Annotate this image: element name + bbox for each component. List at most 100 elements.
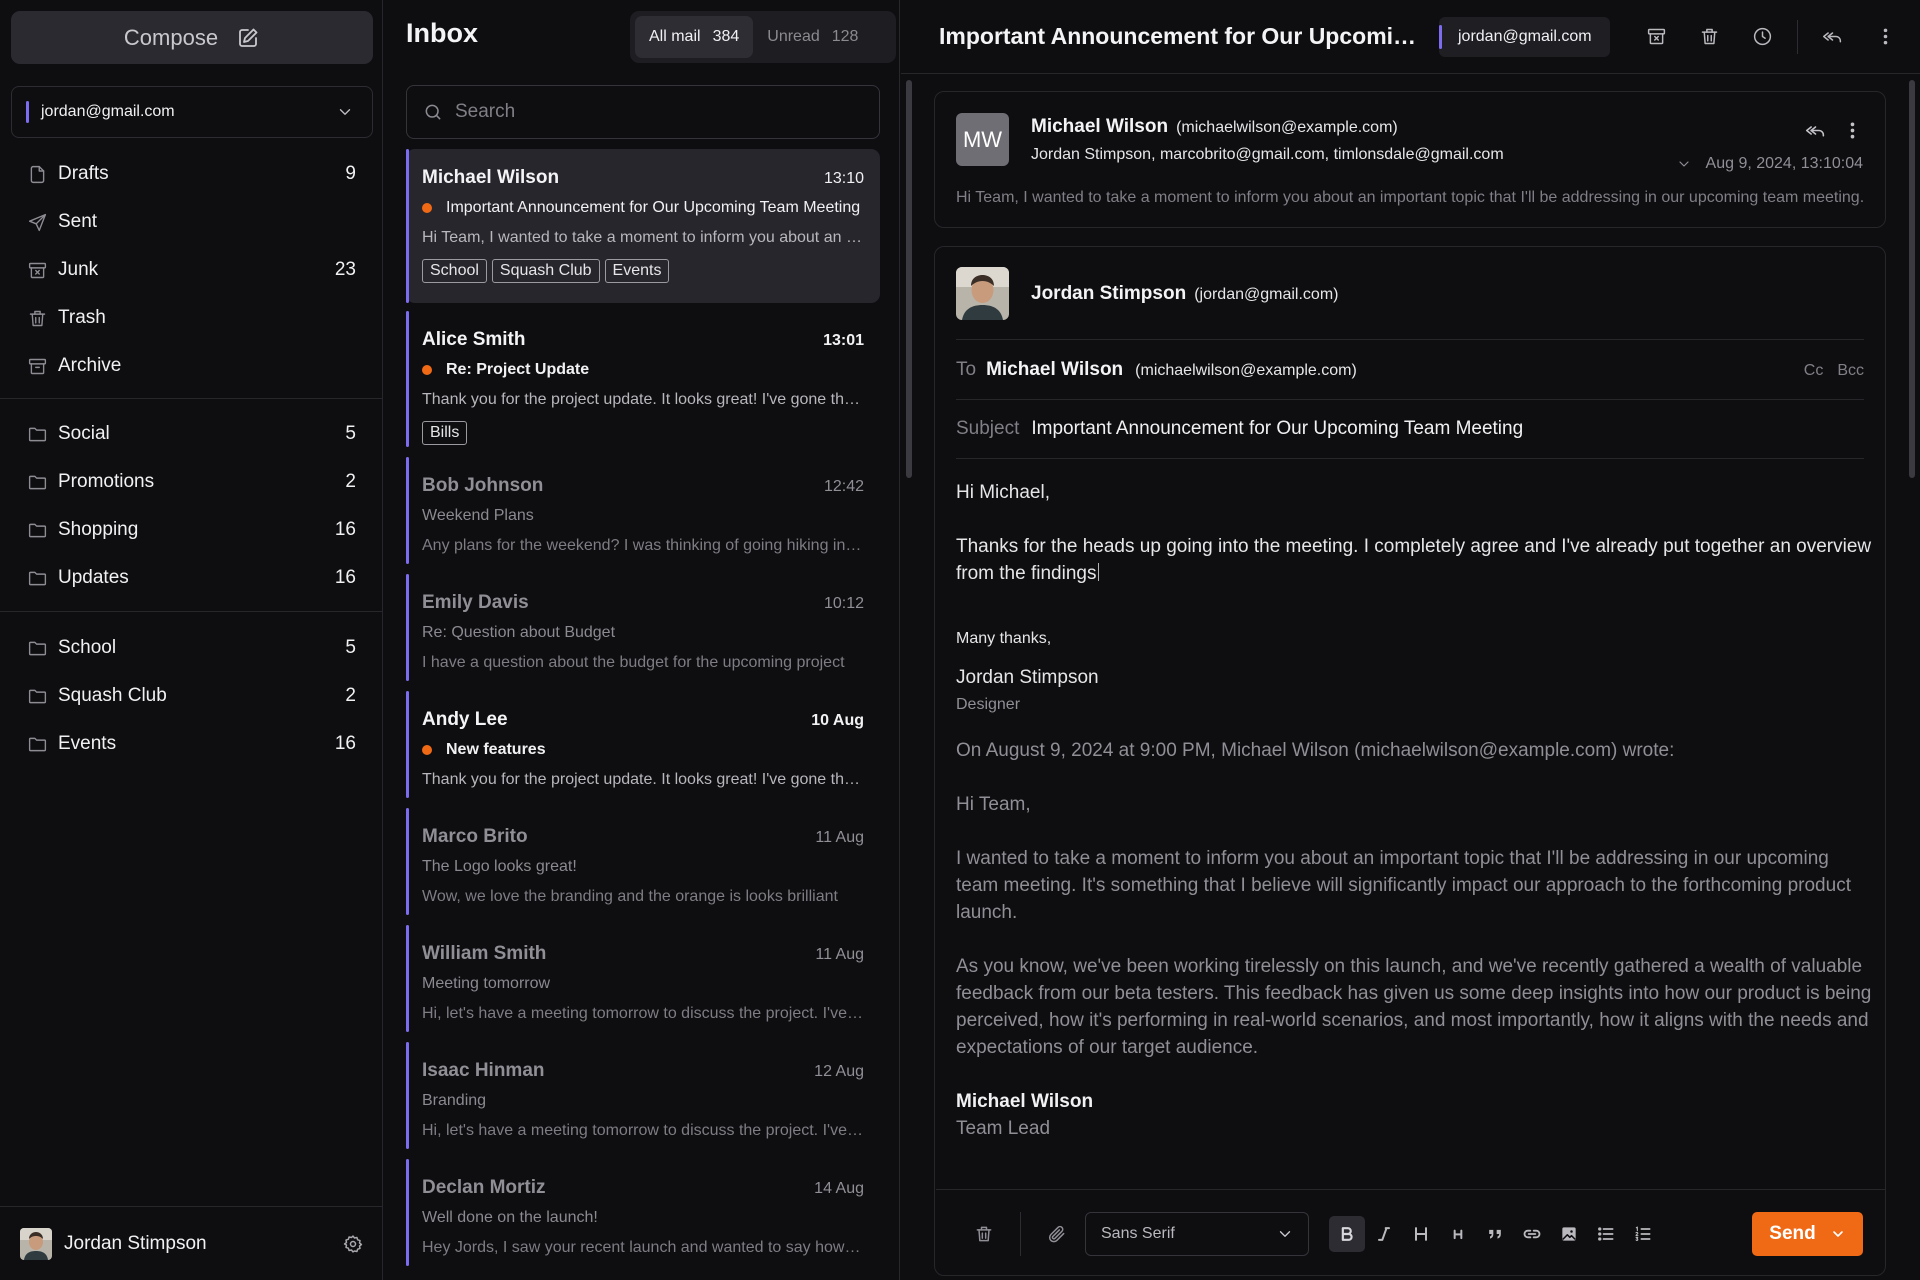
send-label: Send bbox=[1769, 1222, 1816, 1244]
folder-icon bbox=[27, 520, 58, 541]
body-signoff: Many thanks, bbox=[956, 630, 1052, 647]
message-sender: Michael Wilson bbox=[422, 167, 560, 188]
to-label: To bbox=[956, 359, 977, 380]
account-select[interactable]: jordan@gmail.com bbox=[11, 86, 373, 138]
message-preview: Hi, let's have a meeting tomorrow to dis… bbox=[422, 1122, 864, 1139]
link-button[interactable] bbox=[1514, 1216, 1550, 1252]
sidebar-item-social[interactable]: Social 5 bbox=[0, 410, 383, 458]
compose-button[interactable]: Compose bbox=[11, 11, 373, 64]
gear-icon[interactable] bbox=[343, 1234, 363, 1254]
search-box bbox=[406, 85, 880, 139]
message-tag[interactable]: Events bbox=[604, 259, 670, 283]
toolbar-divider bbox=[1020, 1211, 1021, 1256]
heading-2-button[interactable] bbox=[1440, 1216, 1476, 1252]
sidebar-item-updates[interactable]: Updates 16 bbox=[0, 554, 383, 602]
sidebar-item-archive[interactable]: Archive bbox=[0, 342, 383, 390]
list-item[interactable]: Declan Mortiz 14 Aug Well done on the la… bbox=[406, 1159, 880, 1276]
message-tag[interactable]: Bills bbox=[422, 421, 468, 445]
sidebar-item-count: 16 bbox=[334, 567, 356, 588]
sidebar-item-events[interactable]: Events 16 bbox=[0, 720, 383, 768]
tab-unread[interactable]: Unread 128 bbox=[753, 16, 872, 58]
snooze-button[interactable] bbox=[1736, 17, 1789, 57]
sidebar-item-count: 5 bbox=[345, 637, 356, 658]
body-text: Thanks for the heads up going into the m… bbox=[956, 536, 1872, 584]
original-message-card[interactable]: MW Michael Wilson (michaelwilson@example.… bbox=[934, 91, 1886, 228]
message-subject: Weekend Plans bbox=[422, 507, 534, 524]
sidebar-item-count: 16 bbox=[334, 519, 356, 540]
cc-button[interactable]: Cc bbox=[1804, 362, 1824, 380]
message-tag[interactable]: School bbox=[422, 259, 487, 283]
font-family-select[interactable]: Sans Serif bbox=[1085, 1211, 1309, 1256]
quote-paragraph: As you know, we've been working tireless… bbox=[956, 956, 1872, 1058]
attach-button[interactable] bbox=[1039, 1216, 1075, 1252]
message-sender: Andy Lee bbox=[422, 709, 508, 730]
bullet-list-button[interactable] bbox=[1588, 1216, 1624, 1252]
tab-all-mail[interactable]: All mail 384 bbox=[635, 16, 754, 58]
message-tag[interactable]: Squash Club bbox=[491, 259, 600, 283]
sidebar-item-junk[interactable]: Junk 23 bbox=[0, 246, 383, 294]
heading-1-button[interactable] bbox=[1403, 1216, 1439, 1252]
sidebar-item-count: 5 bbox=[345, 423, 356, 444]
divider bbox=[956, 399, 1864, 400]
list-item[interactable]: Alice Smith 13:01 Re: Project Update Tha… bbox=[406, 311, 880, 457]
numbered-list-button[interactable] bbox=[1625, 1216, 1661, 1252]
list-item[interactable]: William Smith 11 Aug Meeting tomorrow Hi… bbox=[406, 925, 880, 1042]
sidebar-item-shopping[interactable]: Shopping 16 bbox=[0, 506, 383, 554]
account-accent-bar bbox=[26, 101, 29, 123]
reply-all-icon[interactable] bbox=[1805, 120, 1826, 141]
trash-icon bbox=[974, 1224, 994, 1244]
avatar bbox=[956, 267, 1009, 320]
message-time: 12 Aug bbox=[814, 1063, 864, 1080]
trash-icon bbox=[1699, 26, 1720, 47]
list-item[interactable]: Bob Johnson 12:42 Weekend Plans Any plan… bbox=[406, 457, 880, 574]
discard-button[interactable] bbox=[966, 1216, 1002, 1252]
send-button[interactable]: Send bbox=[1752, 1211, 1863, 1256]
list-item[interactable]: Marco Brito 11 Aug The Logo looks great!… bbox=[406, 808, 880, 925]
subject-field[interactable]: Subject Important Announcement for Our Up… bbox=[956, 418, 1523, 440]
list-item[interactable]: Isaac Hinman 12 Aug Branding Hi, let's h… bbox=[406, 1042, 880, 1159]
compose-label: Compose bbox=[123, 24, 219, 50]
quote-button[interactable] bbox=[1477, 1216, 1513, 1252]
account-chip[interactable]: jordan@gmail.com bbox=[1439, 16, 1610, 57]
message-date: Aug 9, 2024, 13:10:04 bbox=[1705, 155, 1863, 172]
message-subject: Re: Project Update bbox=[446, 361, 590, 378]
bcc-button[interactable]: Bcc bbox=[1837, 362, 1864, 380]
message-sender: Isaac Hinman bbox=[422, 1060, 545, 1081]
to-field[interactable]: To Michael Wilson (michaelwilson@example… bbox=[956, 359, 1864, 381]
image-icon bbox=[1559, 1224, 1579, 1244]
reading-pane: Important Announcement for Our Upcoming … bbox=[901, 0, 1920, 1280]
search-input[interactable] bbox=[455, 101, 863, 123]
sidebar-item-trash[interactable]: Trash bbox=[0, 294, 383, 342]
italic-button[interactable] bbox=[1366, 1216, 1402, 1252]
chevron-down-icon[interactable] bbox=[1676, 156, 1692, 172]
sidebar-item-school[interactable]: School 5 bbox=[0, 624, 383, 672]
reader-scrollbar[interactable] bbox=[1909, 80, 1915, 478]
avatar[interactable] bbox=[20, 1227, 52, 1260]
to-name: Michael Wilson bbox=[986, 359, 1124, 380]
list-item[interactable]: Andy Lee 10 Aug New features Thank you f… bbox=[406, 691, 880, 808]
archive-button[interactable] bbox=[1630, 17, 1683, 57]
tab-label: Unread bbox=[767, 28, 820, 45]
message-preview: Thank you for the project update. It loo… bbox=[422, 391, 864, 408]
sidebar-item-label: Junk bbox=[58, 259, 99, 280]
reply-all-button[interactable] bbox=[1806, 17, 1859, 57]
email-body-editor[interactable]: Hi Michael, Thanks for the heads up goin… bbox=[956, 479, 1876, 1142]
sidebar-item-drafts[interactable]: Drafts 9 bbox=[0, 150, 383, 198]
sidebar-item-squash-club[interactable]: Squash Club 2 bbox=[0, 672, 383, 720]
sidebar-item-sent[interactable]: Sent bbox=[0, 198, 383, 246]
bold-button[interactable] bbox=[1329, 1215, 1365, 1252]
toolbar-divider bbox=[1796, 19, 1798, 54]
more-button[interactable] bbox=[1859, 17, 1912, 57]
sidebar-item-label: Trash bbox=[58, 307, 106, 328]
delete-button[interactable] bbox=[1683, 17, 1736, 57]
more-vertical-icon[interactable] bbox=[1842, 120, 1863, 141]
list-item[interactable]: Michael Wilson 13:10 Important Announcem… bbox=[406, 149, 880, 303]
message-sender: Declan Mortiz bbox=[422, 1177, 546, 1198]
image-button[interactable] bbox=[1551, 1216, 1587, 1252]
sidebar-item-count: 2 bbox=[345, 685, 356, 706]
sidebar-item-promotions[interactable]: Promotions 2 bbox=[0, 458, 383, 506]
search-icon bbox=[423, 102, 455, 122]
folder-icon bbox=[27, 638, 58, 659]
recipients: Jordan Stimpson, marcobrito@gmail.com, t… bbox=[1031, 146, 1504, 163]
list-item[interactable]: Emily Davis 10:12 Re: Question about Bud… bbox=[406, 574, 880, 691]
